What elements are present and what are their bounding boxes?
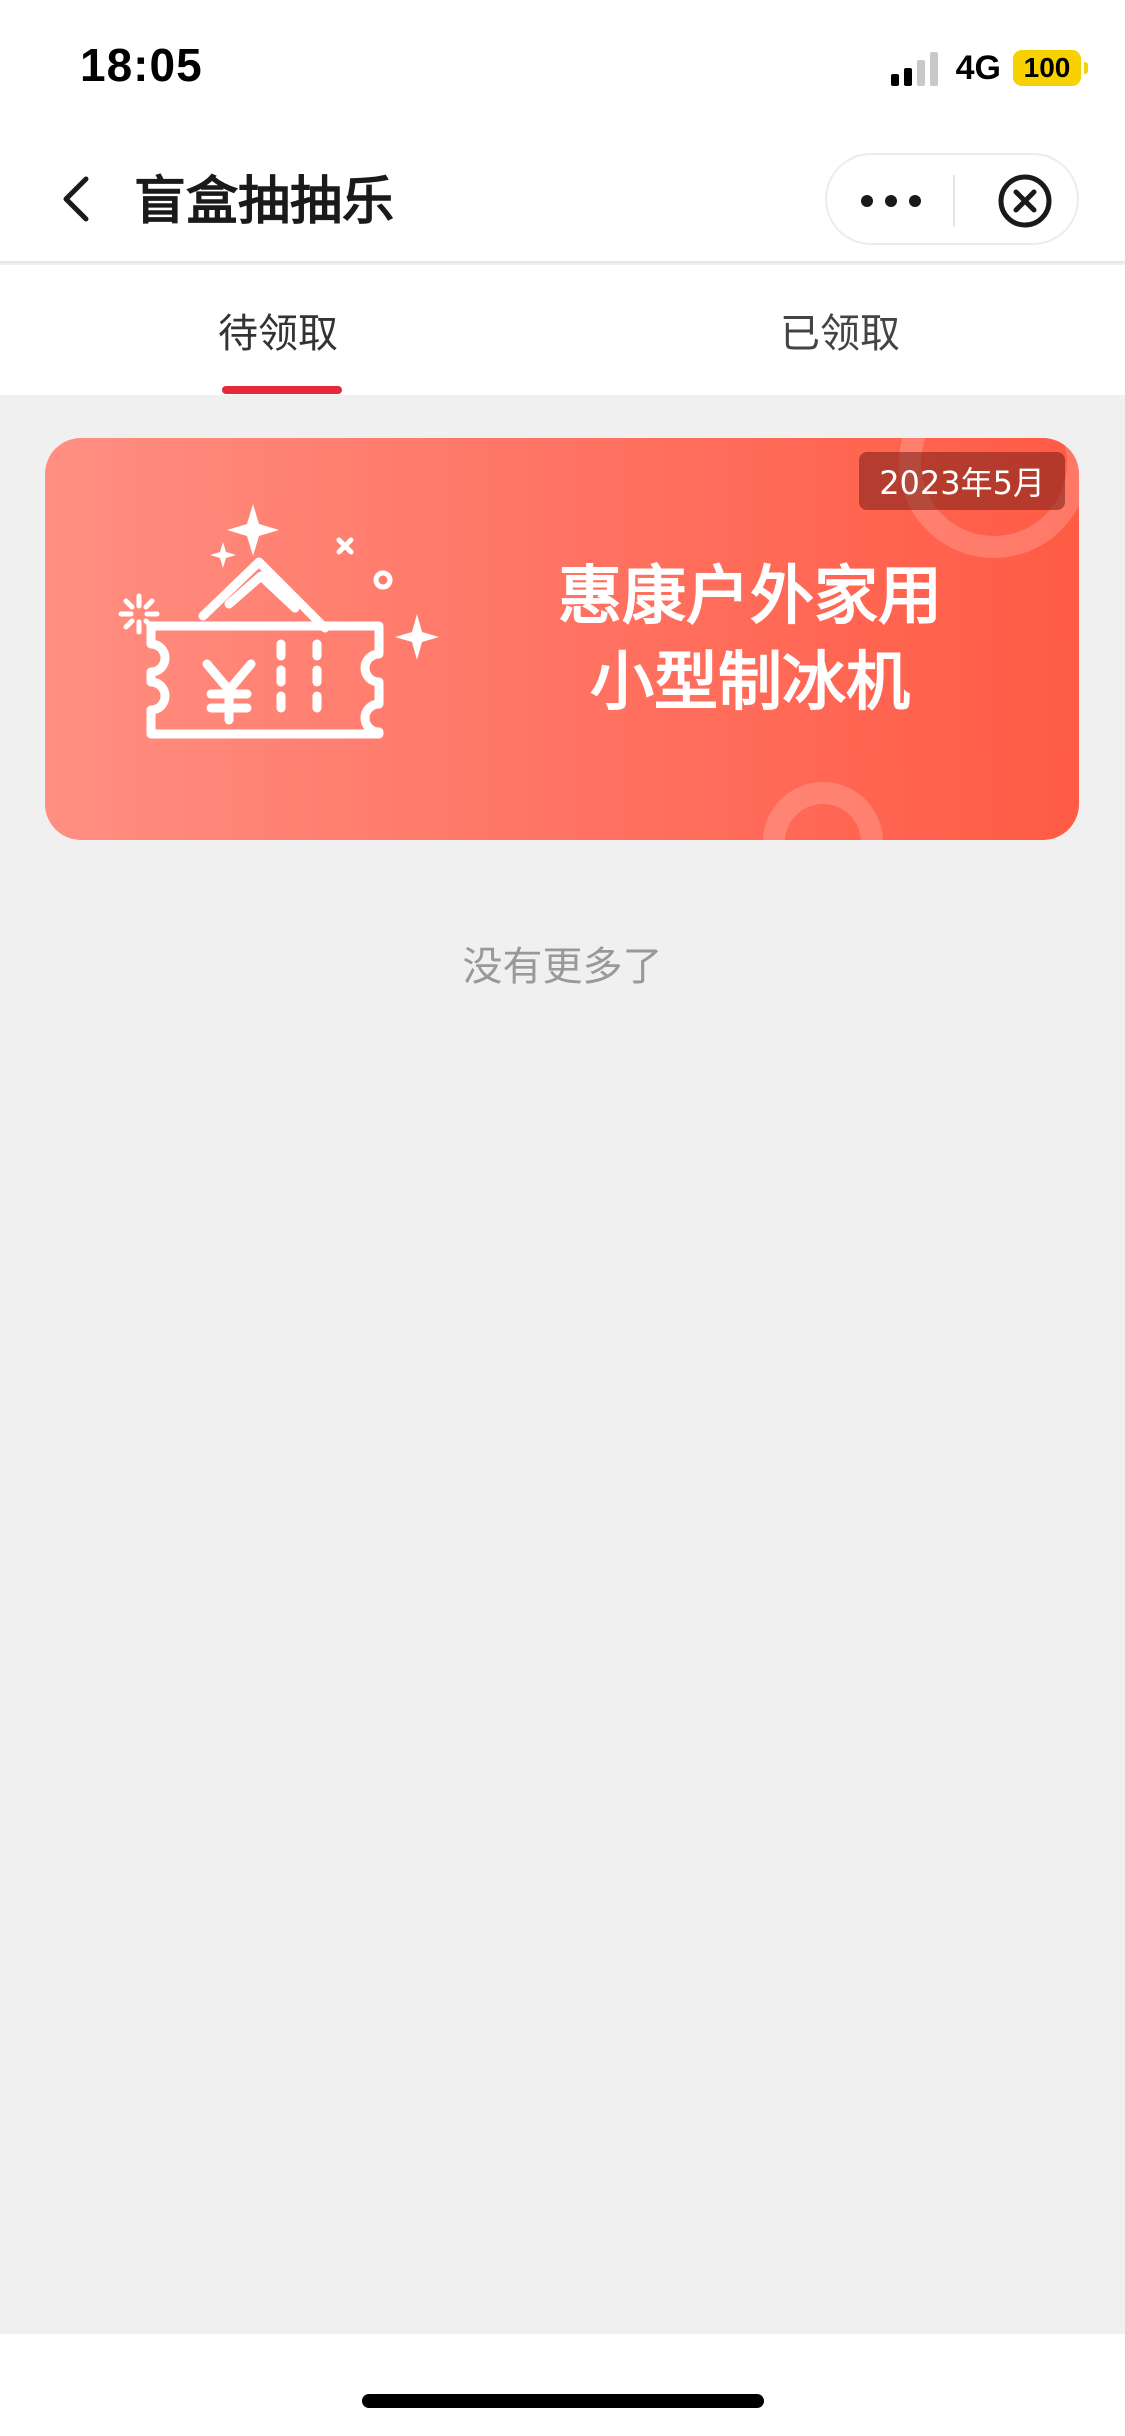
mini-program-capsule xyxy=(825,153,1079,245)
page-title: 盲盒抽抽乐 xyxy=(134,172,395,232)
prize-name: 惠康户外家用 小型制冰机 xyxy=(485,554,1015,726)
home-indicator-area xyxy=(0,2334,1125,2436)
tab-pending[interactable]: 待领取 xyxy=(218,301,338,359)
battery-level: 100 xyxy=(1023,52,1071,83)
coupon-card[interactable]: 2023年5月 惠康户外家用 小型制冰机 xyxy=(45,438,1079,840)
home-indicator[interactable] xyxy=(362,2394,764,2408)
coupon-ticket-icon xyxy=(118,504,439,739)
tab-active-indicator xyxy=(222,386,342,394)
status-time: 18:05 xyxy=(80,39,203,91)
capsule-divider xyxy=(953,175,955,227)
close-circle-icon xyxy=(998,174,1052,228)
more-button[interactable] xyxy=(851,179,931,223)
more-dots-icon xyxy=(861,195,921,207)
list-end-text: 没有更多了 xyxy=(462,944,663,990)
status-indicators: 4G 100 xyxy=(890,48,1088,88)
chevron-left-icon xyxy=(63,176,89,222)
date-badge: 2023年5月 xyxy=(859,452,1065,510)
nav-bar: 盲盒抽抽乐 xyxy=(0,135,1125,263)
tab-bar: 待领取 已领取 xyxy=(0,265,1125,395)
coupon-date: 2023年5月 xyxy=(879,464,1045,502)
signal-icon xyxy=(890,50,938,86)
close-button[interactable] xyxy=(997,173,1053,229)
prize-name-line1: 惠康户外家用 xyxy=(558,560,942,634)
network-type: 4G xyxy=(955,48,1001,87)
decorative-ring xyxy=(763,782,883,840)
status-bar: 18:05 4G 100 xyxy=(0,0,1125,135)
prize-name-line2: 小型制冰机 xyxy=(590,646,910,720)
tab-received[interactable]: 已领取 xyxy=(780,301,900,359)
back-button[interactable] xyxy=(52,167,102,231)
battery-icon: 100 xyxy=(1013,50,1088,86)
